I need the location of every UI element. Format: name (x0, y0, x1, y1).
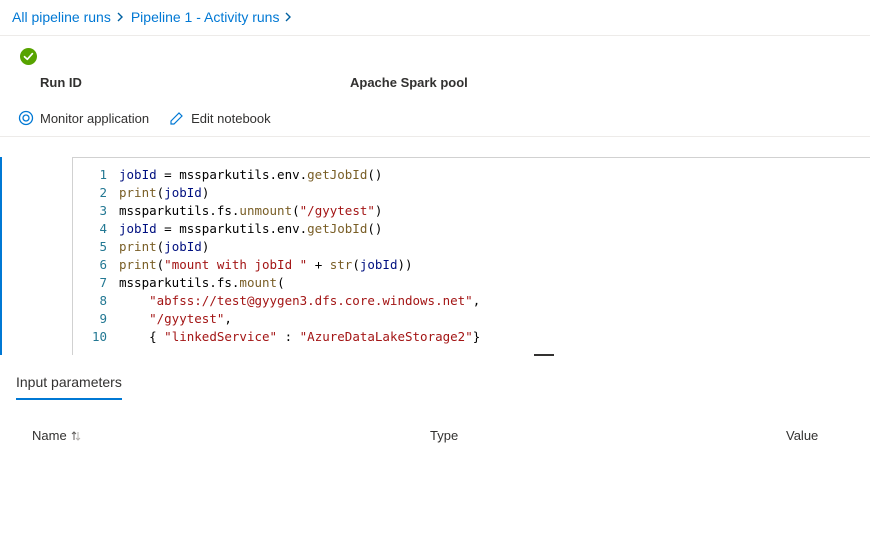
run-info-labels: Run ID Apache Spark pool (0, 69, 870, 104)
edit-notebook-label: Edit notebook (191, 111, 271, 126)
code-editor[interactable]: 1 2 3 4 5 6 7 8 9 10 jobId = mssparkutil… (72, 157, 870, 355)
notebook-cell: 1 2 3 4 5 6 7 8 9 10 jobId = mssparkutil… (0, 157, 870, 355)
edit-icon (169, 110, 185, 126)
spark-pool-label: Apache Spark pool (350, 75, 870, 90)
chevron-right-icon (117, 9, 125, 25)
chevron-right-icon (285, 9, 293, 25)
column-header-value[interactable]: Value (786, 428, 838, 443)
breadcrumb-all-pipeline-runs[interactable]: All pipeline runs (12, 9, 111, 25)
column-header-type[interactable]: Type (430, 428, 786, 443)
monitor-application-label: Monitor application (40, 111, 149, 126)
code-content[interactable]: jobId = mssparkutils.env.getJobId() prin… (115, 158, 870, 355)
monitor-application-button[interactable]: Monitor application (18, 110, 149, 126)
column-header-name[interactable]: Name (32, 428, 430, 443)
detail-tabs: Input parameters (0, 356, 870, 400)
monitor-app-icon (18, 110, 34, 126)
edit-notebook-button[interactable]: Edit notebook (169, 110, 271, 126)
run-header (0, 36, 870, 69)
tab-input-parameters[interactable]: Input parameters (16, 374, 122, 400)
breadcrumb: All pipeline runs Pipeline 1 - Activity … (0, 0, 870, 36)
parameters-table-header: Name Type Value (0, 400, 870, 453)
run-id-label: Run ID (40, 75, 350, 90)
line-gutter: 1 2 3 4 5 6 7 8 9 10 (73, 158, 115, 355)
sort-icon (71, 430, 81, 442)
success-status-icon (20, 48, 40, 65)
action-bar: Monitor application Edit notebook (0, 104, 870, 137)
breadcrumb-pipeline-activity-runs[interactable]: Pipeline 1 - Activity runs (131, 9, 280, 25)
